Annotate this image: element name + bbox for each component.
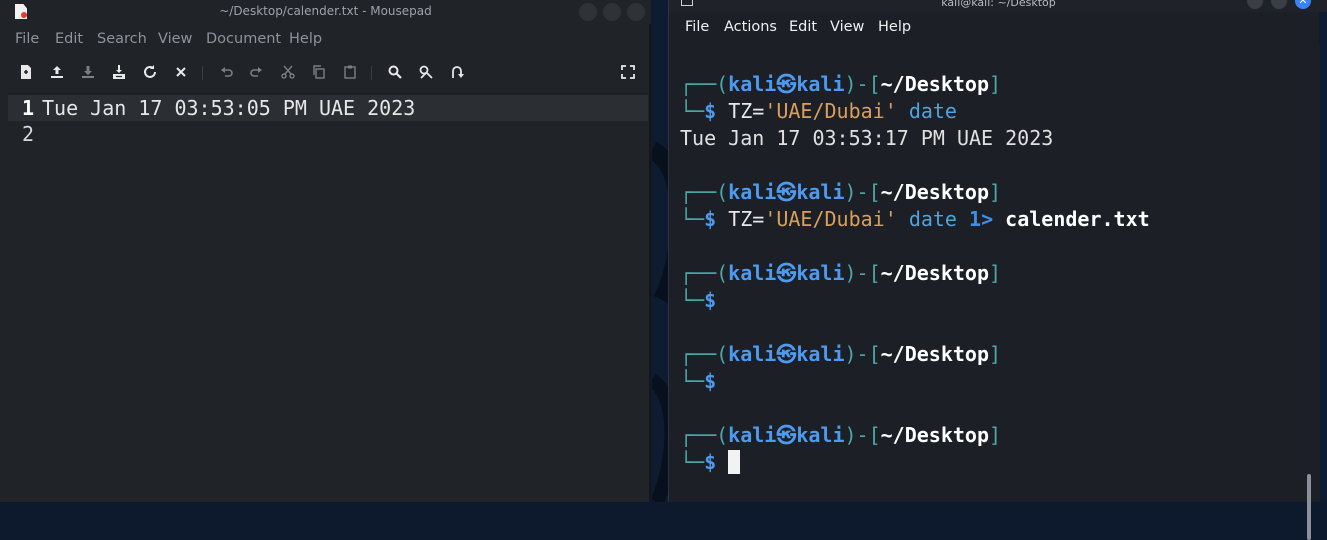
close-button[interactable] <box>627 3 645 21</box>
menu-actions[interactable]: Actions <box>724 19 777 35</box>
mousepad-window: ~/Desktop/calender.txt - Mousepad File E… <box>0 0 651 502</box>
fullscreen-icon[interactable] <box>618 62 638 82</box>
prompt-line: ┌──(kali㉿kali)-[~/Desktop] <box>680 342 1002 366</box>
prompt-line: ┌──(kali㉿kali)-[~/Desktop] <box>680 180 1002 204</box>
prompt-line: ┌──(kali㉿kali)-[~/Desktop] <box>680 72 1002 96</box>
mousepad-titlebar[interactable]: ~/Desktop/calender.txt - Mousepad <box>0 0 651 24</box>
terminal-titlebar[interactable]: kali@kali: ~/Desktop ✕ <box>669 0 1327 12</box>
command-line: └─$ <box>680 288 717 312</box>
open-file-icon[interactable] <box>47 62 67 82</box>
reload-icon[interactable] <box>140 62 160 82</box>
command-line: └─$ TZ='UAE/Dubai' date <box>680 99 957 123</box>
text-cursor <box>728 450 741 474</box>
line-number: 2 <box>22 122 35 146</box>
menu-help[interactable]: Help <box>878 19 911 35</box>
minimize-button[interactable] <box>579 3 597 21</box>
save-as-icon[interactable] <box>109 62 129 82</box>
paste-icon[interactable] <box>340 62 360 82</box>
redo-icon[interactable] <box>246 62 266 82</box>
command-line: └─$ <box>680 369 717 393</box>
new-file-icon[interactable] <box>16 62 36 82</box>
prompt-line: ┌──(kali㉿kali)-[~/Desktop] <box>680 423 1002 447</box>
menu-view[interactable]: View <box>830 19 864 35</box>
menu-file[interactable]: File <box>685 19 709 35</box>
save-file-icon[interactable] <box>78 62 98 82</box>
menu-edit[interactable]: Edit <box>55 31 83 47</box>
prompt-line: ┌──(kali㉿kali)-[~/Desktop] <box>680 261 1002 285</box>
toolbar-separator <box>202 66 203 80</box>
undo-icon[interactable] <box>217 62 237 82</box>
terminal-scrollbar[interactable] <box>1307 474 1311 540</box>
toolbar-separator <box>371 66 372 80</box>
menu-file[interactable]: File <box>15 31 39 47</box>
find-replace-icon[interactable] <box>416 62 436 82</box>
command-output: Tue Jan 17 03:53:17 PM UAE 2023 <box>680 126 1054 150</box>
editor-line[interactable]: 2 <box>8 121 648 147</box>
menu-view[interactable]: View <box>158 31 192 47</box>
menu-help[interactable]: Help <box>289 31 322 47</box>
mousepad-window-title: ~/Desktop/calender.txt - Mousepad <box>219 4 432 18</box>
terminal-window: kali@kali: ~/Desktop ✕ File Actions Edit… <box>668 0 1327 540</box>
editor-line[interactable]: 1 Tue Jan 17 03:53:05 PM UAE 2023 <box>8 95 648 121</box>
copy-icon[interactable] <box>309 62 329 82</box>
mousepad-menubar: File Edit Search View Document Help <box>0 28 651 52</box>
maximize-button[interactable] <box>603 3 621 21</box>
menu-edit[interactable]: Edit <box>789 19 817 35</box>
text-editor-area[interactable]: 1 Tue Jan 17 03:53:05 PM UAE 2023 2 <box>8 93 648 502</box>
command-line: └─$ TZ='UAE/Dubai' date 1> calender.txt <box>680 207 1150 231</box>
close-file-icon[interactable] <box>171 62 191 82</box>
terminal-window-title: kali@kali: ~/Desktop <box>941 0 1056 9</box>
terminal-output[interactable]: ┌──(kali㉿kali)-[~/Desktop] └─$ TZ='UAE/D… <box>669 44 1320 540</box>
command-line[interactable]: └─$ <box>680 449 741 476</box>
menu-search[interactable]: Search <box>97 31 147 47</box>
menu-document[interactable]: Document <box>206 31 281 47</box>
line-number: 1 <box>22 96 35 120</box>
find-icon[interactable] <box>385 62 405 82</box>
line-text[interactable]: Tue Jan 17 03:53:05 PM UAE 2023 <box>42 95 415 121</box>
mousepad-toolbar <box>0 58 651 86</box>
terminal-menubar: File Actions Edit View Help <box>669 16 1320 40</box>
cut-icon[interactable] <box>278 62 298 82</box>
goto-line-icon[interactable] <box>447 62 467 82</box>
